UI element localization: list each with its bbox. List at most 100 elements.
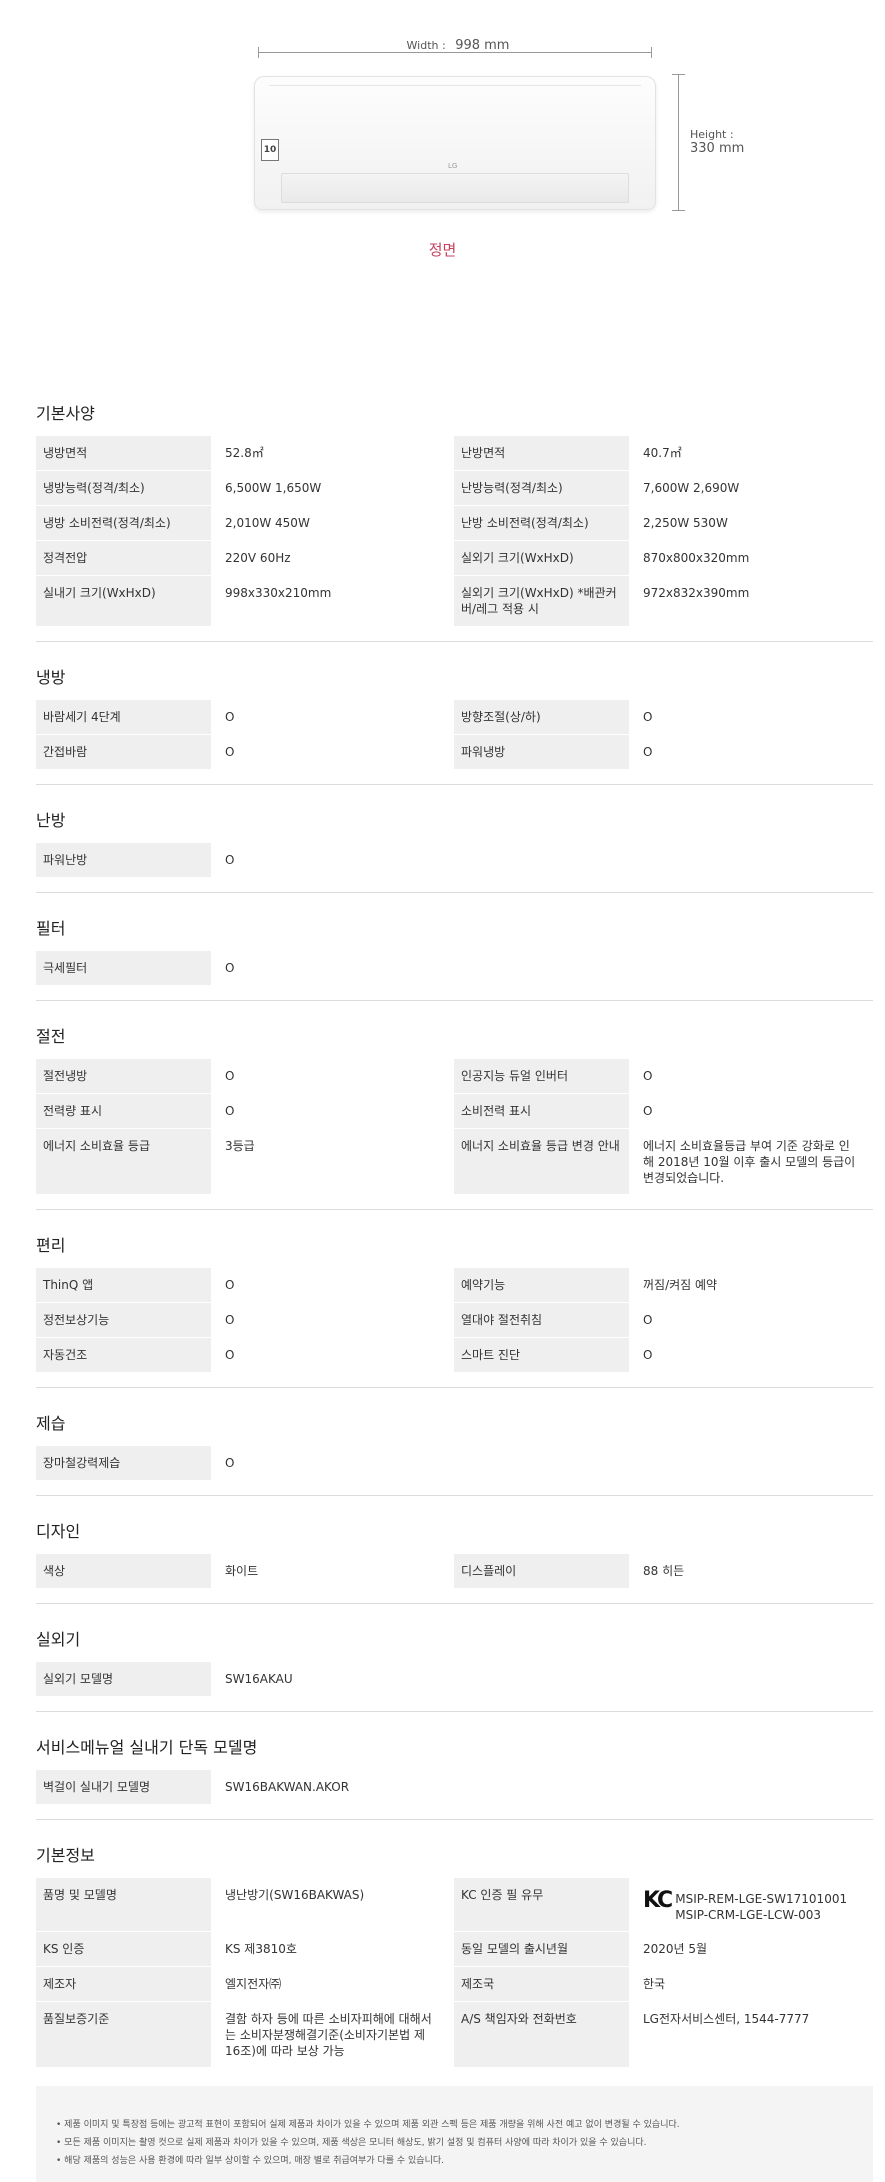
spec-value: 2020년 5월 <box>643 1942 708 1956</box>
spec-section: 필터극세필터 O <box>36 893 873 1001</box>
section-title: 필터 <box>36 919 66 938</box>
spec-label: 정격전압 <box>36 541 211 576</box>
spec-value <box>629 1770 873 1805</box>
spec-value: 엘지전자㈜ <box>225 1977 282 1991</box>
spec-label: 동일 모델의 출시년월 <box>454 1932 629 1967</box>
spec-label: 품명 및 모델명 <box>36 1878 211 1932</box>
spec-grid: 벽걸이 실내기 모델명 SW16BAKWAN.AKOR <box>36 1770 873 1805</box>
spec-label: 제조국 <box>454 1967 629 2002</box>
basic-info-grid: 품명 및 모델명 냉난방기(SW16BAKWAS) KC 인증 필 유무 KC MSIP… <box>36 1878 873 2068</box>
spec-section: 편리 ThinQ 앱 O 예약기능 꺼짐/켜짐 예약 정전보상기능 O 열대야 절전취침 O 자동… <box>36 1210 873 1388</box>
spec-value: 꺼짐/켜짐 예약 <box>643 1278 718 1292</box>
spec-label: 인공지능 듀얼 인버터 <box>454 1059 629 1094</box>
spec-section: 디자인색상 화이트 디스플레이 88 히든 <box>36 1496 873 1604</box>
spec-section: 서비스메뉴얼 실내기 단독 모델명벽걸이 실내기 모델명 SW16BAKWAN.A… <box>36 1712 873 1820</box>
spec-label: 냉방능력(정격/최소) <box>36 471 211 506</box>
spec-value: LG전자서비스센터, 1544-7777 <box>643 2012 810 2026</box>
section-title: 기본사양 <box>36 404 95 423</box>
spec-value: O <box>643 1104 653 1118</box>
spec-label: 바람세기 4단계 <box>36 700 211 735</box>
width-value: 998 mm <box>455 38 510 53</box>
spec-label: 열대야 절전취침 <box>454 1303 629 1338</box>
spec-label: 색상 <box>36 1554 211 1589</box>
spec-label <box>454 1662 629 1697</box>
air-conditioner-image: 10 LG <box>254 76 656 210</box>
spec-value: O <box>225 710 235 724</box>
section-title: 절전 <box>36 1027 66 1046</box>
spec-grid: ThinQ 앱 O 예약기능 꺼짐/켜짐 예약 정전보상기능 O 열대야 절전취침 O 자동건조… <box>36 1268 873 1373</box>
height-value: 330 mm <box>690 141 745 156</box>
spec-value: O <box>225 961 235 975</box>
spec-value: 결함 하자 등에 따른 소비자피해에 대해서는 소비자분쟁해결기준(소비자기본법… <box>225 2012 432 2058</box>
spec-value: 3등급 <box>225 1139 255 1153</box>
spec-section: 제습장마철강력제습 O <box>36 1388 873 1496</box>
spec-label: 실외기 크기(WxHxD) <box>454 541 629 576</box>
spec-value: O <box>225 1456 235 1470</box>
spec-value: O <box>225 1348 235 1362</box>
spec-value: 870x800x320mm <box>643 551 750 565</box>
spec-label <box>454 951 629 986</box>
section-title: 기본정보 <box>36 1846 95 1865</box>
spec-value: 220V 60Hz <box>225 551 291 565</box>
spec-label: ThinQ 앱 <box>36 1268 211 1303</box>
spec-label: 냉방 소비전력(정격/최소) <box>36 506 211 541</box>
spec-value: SW16BAKWAN.AKOR <box>225 1780 350 1794</box>
energy-grade-badge: 10 <box>261 139 279 161</box>
spec-grid: 바람세기 4단계 O 방향조절(상/하) O 간접바람 O 파워냉방 O <box>36 700 873 770</box>
product-hero: Width : 998 mm 10 LG Height : 330 mm 정면 <box>0 0 885 360</box>
spec-section: 절전 절전냉방 O 인공지능 듀얼 인버터 O 전력량 표시 O 소비전력 표시 O 에너지 소비… <box>36 1001 873 1210</box>
spec-value <box>629 1662 873 1697</box>
spec-value: O <box>643 745 653 759</box>
spec-value <box>629 1446 873 1481</box>
spec-label: 장마철강력제습 <box>36 1446 211 1481</box>
spec-label: 소비전력 표시 <box>454 1094 629 1129</box>
spec-label: 난방능력(정격/최소) <box>454 471 629 506</box>
kc-cert-numbers: MSIP-REM-LGE-SW17101001 MSIP-CRM-LGE-LCW… <box>675 1892 848 1922</box>
spec-label: A/S 책임자와 전화번호 <box>454 2002 629 2068</box>
section-title: 디자인 <box>36 1522 81 1541</box>
spec-value: 52.8㎡ <box>225 446 264 460</box>
spec-label: 제조자 <box>36 1967 211 2002</box>
spec-value: O <box>225 1278 235 1292</box>
spec-label: 파워냉방 <box>454 735 629 770</box>
spec-label: KC 인증 필 유무 <box>454 1878 629 1932</box>
spec-grid: 파워난방 O <box>36 843 873 878</box>
spec-value: O <box>643 1069 653 1083</box>
spec-label: 실외기 크기(WxHxD) *배관커버/레그 적용 시 <box>454 576 629 627</box>
section-title: 제습 <box>36 1414 66 1433</box>
spec-label <box>454 1446 629 1481</box>
view-caption: 정면 <box>428 241 457 259</box>
spec-value: 6,500W 1,650W <box>225 481 322 495</box>
section-title: 난방 <box>36 811 66 830</box>
kc-certification-value: KC MSIP-REM-LGE-SW17101001 MSIP-CRM-LGE-L… <box>629 1878 873 1932</box>
basic-info-section: 기본정보품명 및 모델명 냉난방기(SW16BAKWAS) KC 인증 필 유무 KC… <box>36 1820 873 2082</box>
spec-value: 2,250W 530W <box>643 516 728 530</box>
spec-section: 기본사양 냉방면적 52.8㎡ 난방면적 40.7㎡ 냉방능력(정격/최소) 6,500W … <box>36 378 873 642</box>
spec-value: 972x832x390mm <box>643 586 750 600</box>
spec-value: 화이트 <box>225 1564 259 1578</box>
spec-label: 절전냉방 <box>36 1059 211 1094</box>
height-dimension <box>672 74 686 211</box>
spec-label: 간접바람 <box>36 735 211 770</box>
spec-value: 40.7㎡ <box>643 446 682 460</box>
spec-value: SW16AKAU <box>225 1672 293 1686</box>
spec-value: 에너지 소비효율등급 부여 기준 강화로 인해 2018년 10월 이후 출시 … <box>643 1139 856 1185</box>
product-spec-page: Width : 998 mm 10 LG Height : 330 mm 정면 … <box>0 0 885 2182</box>
spec-label: 자동건조 <box>36 1338 211 1373</box>
spec-label: 정전보상기능 <box>36 1303 211 1338</box>
spec-value: O <box>225 1069 235 1083</box>
spec-grid: 실외기 모델명 SW16AKAU <box>36 1662 873 1697</box>
spec-label: 스마트 진단 <box>454 1338 629 1373</box>
spec-label: 디스플레이 <box>454 1554 629 1589</box>
spec-value: 88 히든 <box>643 1564 685 1578</box>
spec-grid: 절전냉방 O 인공지능 듀얼 인버터 O 전력량 표시 O 소비전력 표시 O 에너지 소비효율… <box>36 1059 873 1195</box>
spec-label: 극세필터 <box>36 951 211 986</box>
spec-value <box>629 843 873 878</box>
spec-section: 냉방 바람세기 4단계 O 방향조절(상/하) O 간접바람 O 파워냉방 O <box>36 642 873 785</box>
spec-label: 냉방면적 <box>36 436 211 471</box>
section-title: 편리 <box>36 1236 66 1255</box>
spec-label: 실외기 모델명 <box>36 1662 211 1697</box>
section-title: 서비스메뉴얼 실내기 단독 모델명 <box>36 1738 258 1757</box>
spec-value: O <box>225 745 235 759</box>
spec-section: 난방파워난방 O <box>36 785 873 893</box>
